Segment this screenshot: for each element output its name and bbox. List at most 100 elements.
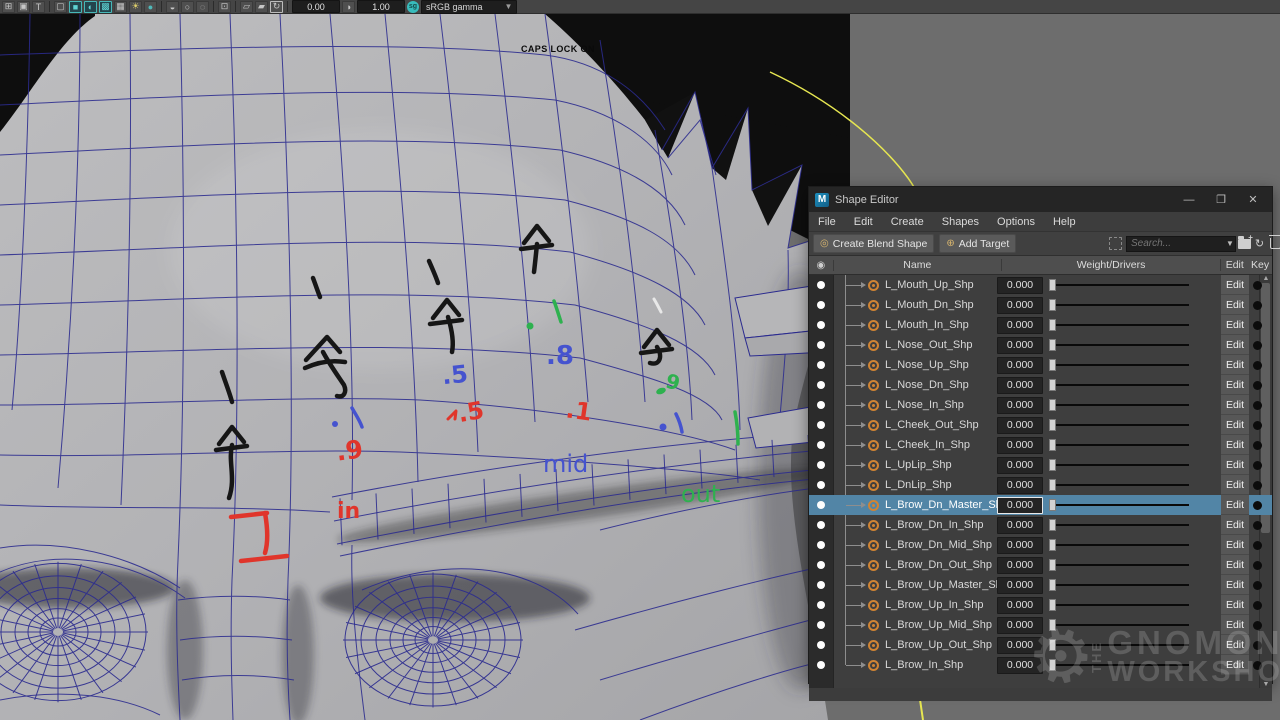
menu-create[interactable]: Create (882, 216, 933, 228)
visibility-toggle[interactable] (809, 541, 833, 549)
edit-button[interactable]: Edit (1221, 395, 1249, 415)
edit-button[interactable]: Edit (1221, 435, 1249, 455)
weight-slider[interactable] (1049, 318, 1189, 332)
checker-icon[interactable]: ▦ (114, 1, 127, 13)
weight-field[interactable]: 0.000 (997, 297, 1043, 314)
key-button[interactable] (1249, 301, 1265, 310)
edit-button[interactable]: Edit (1221, 335, 1249, 355)
menu-file[interactable]: File (809, 216, 845, 228)
visibility-toggle[interactable] (809, 421, 833, 429)
visibility-toggle[interactable] (809, 301, 833, 309)
edit-button[interactable]: Edit (1221, 475, 1249, 495)
weight-field[interactable]: 0.000 (997, 477, 1043, 494)
key-button[interactable] (1249, 341, 1265, 350)
key-button[interactable] (1249, 361, 1265, 370)
edit-button[interactable]: Edit (1221, 595, 1249, 615)
table-row[interactable]: L_Brow_Dn_Mid_Shp0.000Edit (809, 535, 1272, 555)
weight-slider[interactable] (1049, 418, 1189, 432)
title-bar[interactable]: M Shape Editor — ❐ ✕ (809, 187, 1272, 212)
table-row[interactable]: L_Mouth_In_Shp0.000Edit (809, 315, 1272, 335)
table-row[interactable]: L_Brow_Up_In_Shp0.000Edit (809, 595, 1272, 615)
edit-button[interactable]: Edit (1221, 555, 1249, 575)
weight-field[interactable]: 0.000 (997, 617, 1043, 634)
key-button[interactable] (1249, 601, 1265, 610)
weight-slider[interactable] (1049, 658, 1189, 672)
visibility-toggle[interactable] (809, 641, 833, 649)
weight-slider[interactable] (1049, 618, 1189, 632)
weight-field[interactable]: 0.000 (997, 357, 1043, 374)
weight-field[interactable]: 0.000 (997, 557, 1043, 574)
menu-shapes[interactable]: Shapes (933, 216, 988, 228)
visibility-toggle[interactable] (809, 521, 833, 529)
table-row[interactable]: L_DnLip_Shp0.000Edit (809, 475, 1272, 495)
motion-blur-icon[interactable]: ◌ (196, 1, 209, 13)
visibility-toggle[interactable] (809, 321, 833, 329)
edit-button[interactable]: Edit (1221, 355, 1249, 375)
delete-icon[interactable] (1270, 238, 1280, 249)
ambient-occlusion-icon[interactable]: ○ (181, 1, 194, 13)
edit-button[interactable]: Edit (1221, 295, 1249, 315)
table-row[interactable]: L_Brow_Up_Out_Shp0.000Edit (809, 635, 1272, 655)
weight-slider[interactable] (1049, 538, 1189, 552)
weight-field[interactable]: 0.000 (997, 597, 1043, 614)
edit-button[interactable]: Edit (1221, 275, 1249, 295)
edit-button[interactable]: Edit (1221, 615, 1249, 635)
key-button[interactable] (1249, 281, 1265, 290)
table-row[interactable]: L_Brow_Up_Master_Shp0.000Edit (809, 575, 1272, 595)
weight-slider[interactable] (1049, 558, 1189, 572)
panel-layout-icon[interactable]: ⊞ (2, 1, 15, 13)
edit-button[interactable]: Edit (1221, 535, 1249, 555)
visibility-toggle[interactable] (809, 561, 833, 569)
weight-slider[interactable] (1049, 638, 1189, 652)
gamma-field[interactable] (357, 0, 405, 13)
default-material-icon[interactable]: ● (144, 1, 157, 13)
shaded-icon[interactable]: ■ (69, 1, 82, 13)
key-button[interactable] (1249, 401, 1265, 410)
visibility-toggle[interactable] (809, 461, 833, 469)
new-group-icon[interactable] (1238, 239, 1251, 249)
key-button[interactable] (1249, 641, 1265, 650)
table-row-selected[interactable]: L_Brow_Dn_Master_Shp0.000Edit (809, 495, 1272, 515)
visibility-toggle[interactable] (809, 501, 833, 509)
visibility-toggle[interactable] (809, 441, 833, 449)
key-button[interactable] (1249, 461, 1265, 470)
minimize-button[interactable]: — (1176, 191, 1202, 209)
menu-edit[interactable]: Edit (845, 216, 882, 228)
weight-field[interactable]: 0.000 (997, 577, 1043, 594)
weight-field[interactable]: 0.000 (997, 337, 1043, 354)
visibility-toggle[interactable] (809, 621, 833, 629)
edit-button[interactable]: Edit (1221, 635, 1249, 655)
key-button[interactable] (1249, 481, 1265, 490)
search-input[interactable] (1126, 236, 1236, 252)
key-button[interactable] (1249, 501, 1265, 510)
visibility-toggle[interactable] (809, 481, 833, 489)
wireframe-icon[interactable]: ▢ (54, 1, 67, 13)
weight-slider[interactable] (1049, 278, 1189, 292)
textured-icon[interactable]: ◐ (84, 1, 97, 13)
weight-field[interactable]: 0.000 (997, 317, 1043, 334)
weight-slider[interactable] (1049, 498, 1189, 512)
table-row[interactable]: L_UpLip_Shp0.000Edit (809, 455, 1272, 475)
weight-field[interactable]: 0.000 (997, 637, 1043, 654)
table-row[interactable]: L_Nose_Up_Shp0.000Edit (809, 355, 1272, 375)
visibility-toggle[interactable] (809, 281, 833, 289)
key-button[interactable] (1249, 521, 1265, 530)
table-row[interactable]: L_Brow_Dn_In_Shp0.000Edit (809, 515, 1272, 535)
image-plane-icon[interactable]: ▣ (17, 1, 30, 13)
weight-slider[interactable] (1049, 298, 1189, 312)
table-row[interactable]: L_Cheek_In_Shp0.000Edit (809, 435, 1272, 455)
isolate-select-icon[interactable]: ⊡ (218, 1, 231, 13)
xray-icon[interactable]: ▱ (240, 1, 253, 13)
menu-help[interactable]: Help (1044, 216, 1085, 228)
shadows-icon[interactable]: ◒ (166, 1, 179, 13)
weight-column-header[interactable]: Weight/Drivers (1002, 259, 1222, 271)
table-row[interactable]: L_Mouth_Dn_Shp0.000Edit (809, 295, 1272, 315)
xray-joints-icon[interactable]: ▰ (255, 1, 268, 13)
color-space-dropdown[interactable]: sRGB gamma ▼ (421, 0, 517, 14)
weight-slider[interactable] (1049, 478, 1189, 492)
view-transform-icon[interactable]: sg (407, 1, 419, 13)
visibility-toggle[interactable] (809, 381, 833, 389)
table-row[interactable]: L_Nose_In_Shp0.000Edit (809, 395, 1272, 415)
wireframe-on-shaded-icon[interactable]: ▩ (99, 1, 112, 13)
visibility-toggle[interactable] (809, 601, 833, 609)
